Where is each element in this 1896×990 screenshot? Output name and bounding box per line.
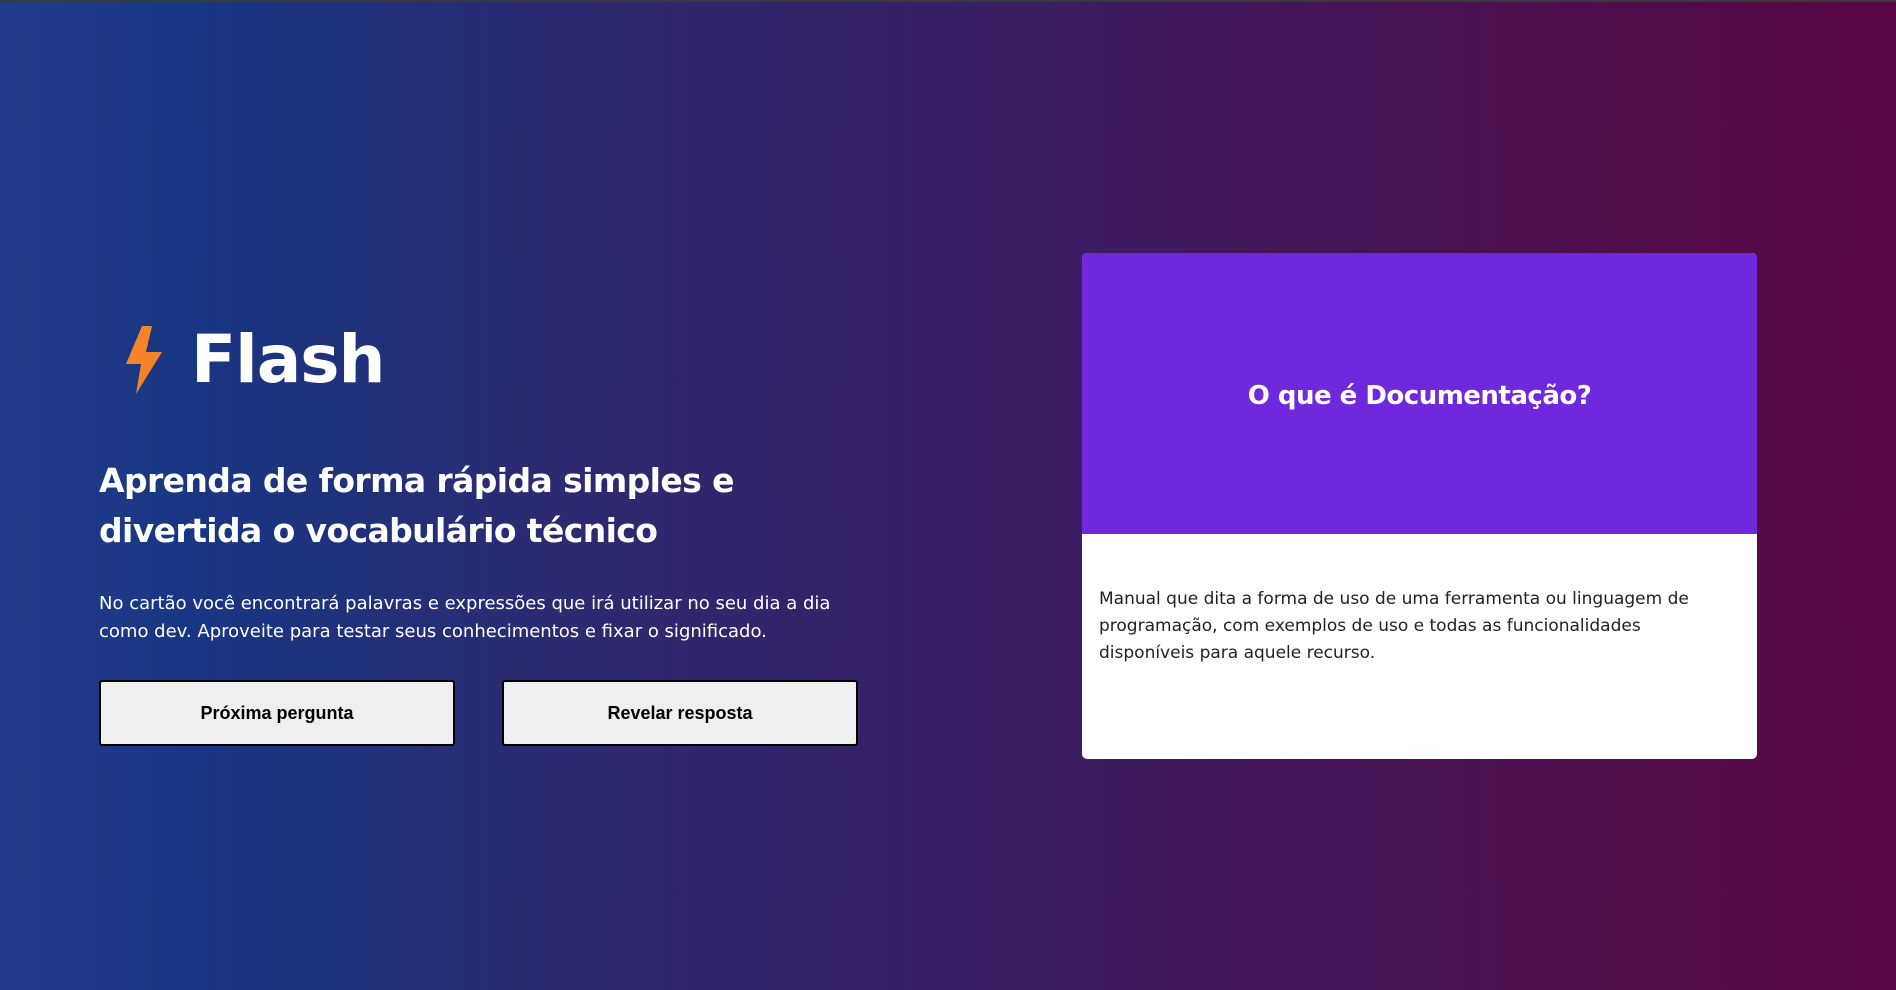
top-border [0, 0, 1896, 2]
flashcard-front: O que é Documentação? [1082, 253, 1757, 534]
flashcard-answer: Manual que dita a forma de uso de uma fe… [1099, 589, 1689, 663]
page: Flash Aprenda de forma rápida simples e … [0, 0, 1896, 990]
flashcard: O que é Documentação? Manual que dita a … [1082, 253, 1757, 759]
next-question-button[interactable]: Próxima pergunta [99, 680, 455, 746]
brand-name: Flash [191, 321, 386, 398]
lightning-bolt-icon [126, 326, 162, 394]
hero-description: No cartão você encontrará palavras e exp… [99, 593, 831, 642]
reveal-answer-button[interactable]: Revelar resposta [502, 680, 858, 746]
flashcard-question: O que é Documentação? [1247, 380, 1592, 411]
flashcard-back: Manual que dita a forma de uso de uma fe… [1082, 534, 1757, 667]
brand-logo: Flash [122, 321, 386, 398]
hero-headline: Aprenda de forma rápida simples e divert… [99, 461, 734, 550]
